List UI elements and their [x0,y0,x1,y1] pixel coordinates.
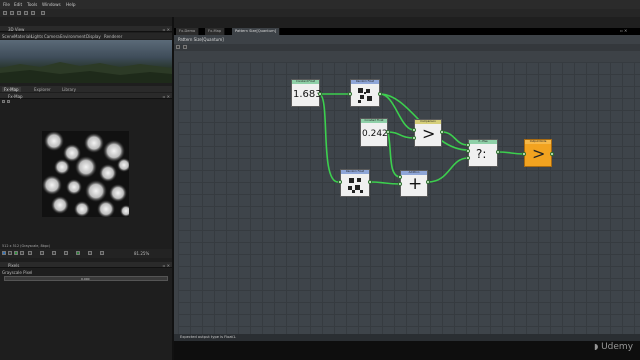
output-port[interactable] [550,152,554,156]
node-header: Constant Float [292,80,319,84]
watermark-text: Udemy [601,342,634,352]
wire-random2-to-add [369,181,401,185]
node-header: Random Float [351,80,379,84]
output-port[interactable] [318,92,322,96]
input-port[interactable] [522,152,526,156]
input-port[interactable] [466,143,470,147]
node-output[interactable]: Output Node > [524,139,552,167]
input-port[interactable] [466,156,470,160]
output-port[interactable] [440,130,444,134]
node-addition[interactable]: Addition + [400,170,428,197]
node-random-float-2[interactable]: Random Float [340,169,370,197]
node-constant-float-1[interactable]: Constant Float 1.683 [291,79,322,107]
status-bar: Expected output type is Float1. [174,334,640,341]
status-text: Expected output type is Float1. [180,335,237,339]
dice-icon [348,178,363,193]
input-port[interactable] [412,136,416,140]
input-port[interactable] [466,149,470,153]
output-port[interactable] [368,180,372,184]
output-port[interactable] [496,150,500,154]
node-value: 0.242 [362,129,388,139]
wire-const2-to-greater [387,131,415,139]
greater-than-icon: > [422,124,436,143]
output-port[interactable] [426,180,430,184]
node-random-float-1[interactable]: Random Float [350,79,380,107]
output-arrow-icon: > [532,144,546,163]
udemy-logo-icon: ◗ [594,342,599,351]
wire-add-to-ifelse [427,157,469,183]
output-port[interactable] [386,130,390,134]
node-header: If...Else [469,140,497,144]
output-port[interactable] [378,92,382,96]
plus-icon: + [408,174,423,194]
wire-ifelse-to-output [497,151,525,155]
node-constant-float-2[interactable]: Constant Float 0.242 [360,118,388,147]
node-greater-than[interactable]: Comparison > [414,119,442,147]
node-header: Random Float [341,170,369,174]
input-port[interactable] [398,175,402,179]
watermark: ◗ Udemy [594,342,633,352]
input-port[interactable] [398,182,402,186]
dice-icon [358,88,372,103]
if-else-icon: ?: [476,147,487,161]
graph-wires [319,93,525,185]
wire-const-to-random2 [319,93,339,183]
input-port[interactable] [348,92,352,96]
wire-const2-to-add [387,131,401,178]
input-port[interactable] [412,128,416,132]
node-if-else[interactable]: If...Else ?: [468,139,498,167]
bottom-bar [174,341,640,360]
node-header: Constant Float [361,119,387,123]
input-port[interactable] [338,180,342,184]
